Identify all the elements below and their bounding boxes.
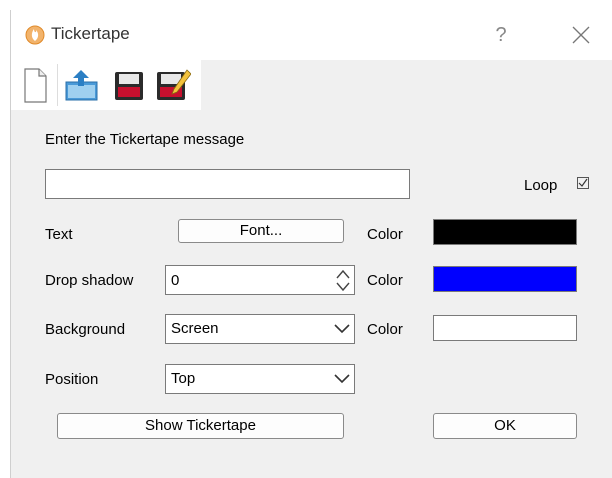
position-value: Top	[171, 370, 196, 387]
background-color-swatch[interactable]	[433, 315, 577, 341]
background-select[interactable]: Screen	[165, 314, 355, 344]
spin-down-icon[interactable]	[333, 280, 353, 294]
loop-checkbox[interactable]	[577, 177, 589, 189]
message-input[interactable]	[45, 169, 410, 199]
spin-up-icon[interactable]	[333, 267, 353, 281]
ok-button[interactable]: OK	[433, 413, 577, 439]
position-label: Position	[45, 371, 99, 388]
chevron-down-icon	[334, 374, 350, 384]
shadow-color-swatch[interactable]	[433, 266, 577, 292]
chevron-down-icon	[334, 324, 350, 334]
loop-label: Loop	[524, 177, 558, 194]
background-label: Background	[45, 321, 126, 338]
text-color-label: Color	[367, 226, 403, 243]
message-prompt: Enter the Tickertape message	[45, 131, 245, 148]
font-button[interactable]: Font...	[178, 219, 344, 243]
toolbar	[11, 60, 201, 110]
window-title: Tickertape	[51, 24, 130, 43]
show-tickertape-button[interactable]: Show Tickertape	[57, 413, 344, 439]
save-as-icon[interactable]	[151, 64, 191, 106]
save-icon[interactable]	[109, 64, 149, 106]
background-value: Screen	[171, 320, 219, 337]
new-document-icon[interactable]	[15, 64, 55, 106]
close-icon[interactable]	[559, 18, 603, 52]
drop-shadow-label: Drop shadow	[45, 272, 134, 289]
drop-shadow-spinbox[interactable]: 0	[165, 265, 355, 295]
open-icon[interactable]	[61, 64, 101, 106]
text-color-swatch[interactable]	[433, 219, 577, 245]
title-bar: Tickertape ?	[11, 10, 612, 60]
toolbar-separator	[57, 64, 58, 106]
drop-shadow-value: 0	[171, 272, 180, 289]
text-label: Text	[45, 226, 73, 243]
shadow-color-label: Color	[367, 272, 403, 289]
position-select[interactable]: Top	[165, 364, 355, 394]
tickertape-dialog: Tickertape ? Enter the Tickertape messag…	[10, 10, 612, 478]
background-color-label: Color	[367, 321, 403, 338]
app-icon	[25, 25, 45, 45]
help-button[interactable]: ?	[481, 18, 521, 52]
